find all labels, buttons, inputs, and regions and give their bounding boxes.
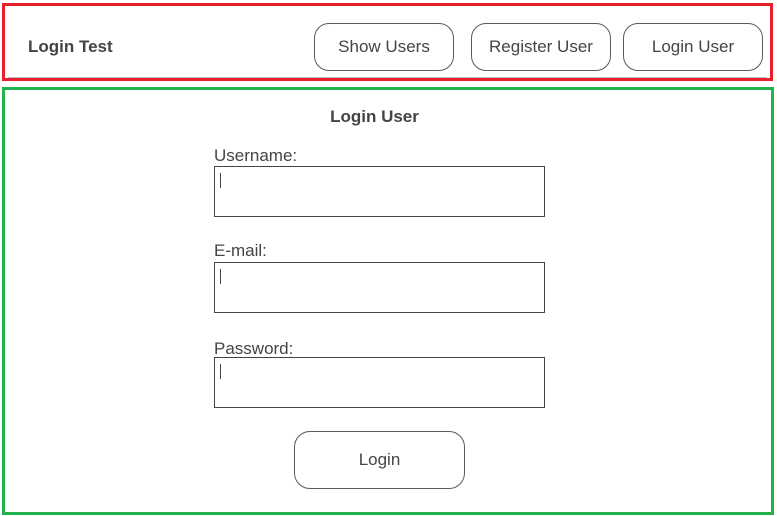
username-input[interactable] [214,166,545,217]
password-label: Password: [214,339,294,358]
show-users-button[interactable]: Show Users [314,23,454,71]
main-region: Login User Username: E-mail: Password: L… [2,87,774,515]
password-input[interactable] [214,357,545,408]
login-user-nav-button[interactable]: Login User [623,23,763,71]
header-bar: Login Test Show Users Register User Logi… [8,9,767,78]
register-user-button[interactable]: Register User [471,23,611,71]
app-title: Login Test [28,37,113,56]
form-title: Login User [330,107,419,126]
email-input[interactable] [214,262,545,313]
text-caret [220,269,221,284]
text-caret [220,364,221,379]
login-submit-button[interactable]: Login [294,431,465,489]
header-region: Login Test Show Users Register User Logi… [2,3,773,81]
text-caret [220,173,221,188]
username-label: Username: [214,146,298,165]
email-label: E-mail: [214,241,267,260]
